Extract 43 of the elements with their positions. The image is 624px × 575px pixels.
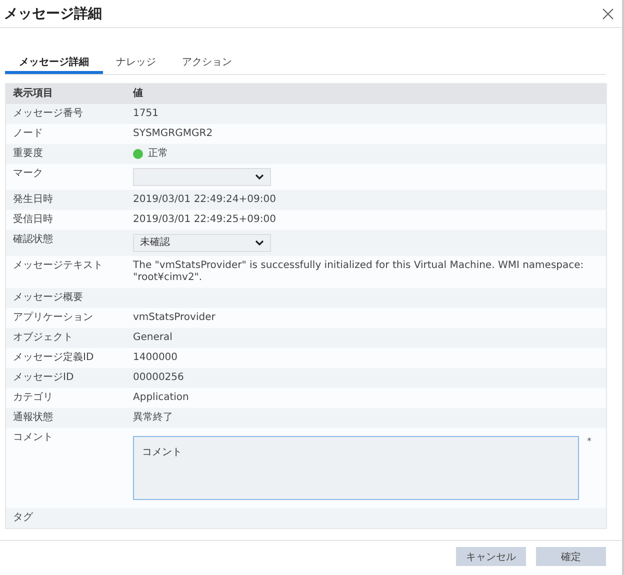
status-text: 正常 [148, 148, 168, 160]
column-header: 表示項目 [12, 86, 54, 101]
field-label: メッセージ番号 [12, 106, 84, 121]
field-label: 通報状態 [12, 410, 54, 425]
tab[interactable]: メッセージ詳細 [5, 52, 103, 74]
field-value: The "vmStatsProvider" is successfully initialized for this Virtual Machine. WMI namespace: "root¥cimv2". [133, 260, 585, 284]
field-value: Application [133, 392, 189, 404]
dialog-title: メッセージ詳細 [4, 4, 102, 22]
field-value: 1400000 [133, 352, 178, 364]
field-label: ノード [12, 127, 44, 141]
field-label: メッセージ定義ID [12, 350, 95, 365]
field-label: マーク [12, 167, 44, 181]
field-label: メッセージ概要 [12, 290, 84, 305]
close-icon[interactable] [602, 8, 614, 20]
field-value: SYSMGRGMGR2 [133, 128, 213, 140]
field-value: 異常終了 [133, 412, 173, 424]
field-label: 確認状態 [12, 232, 54, 247]
field-label: タグ [12, 511, 34, 525]
field-label: 重要度 [12, 146, 44, 161]
field-value: 1751 [133, 108, 158, 120]
required-mark: * [587, 436, 592, 448]
chevron-down-icon [255, 240, 264, 246]
chevron-down-icon [255, 174, 264, 180]
field-value: 00000256 [133, 372, 184, 384]
field-value: vmStatsProvider [133, 312, 216, 324]
column-header: 値 [133, 86, 144, 101]
field-label: メッセージテキスト [12, 259, 104, 273]
field-value: 2019/03/01 22:49:25+09:00 [133, 214, 276, 226]
field-label: メッセージID [12, 371, 75, 385]
field-label: オブジェクト [12, 330, 74, 345]
tab[interactable]: アクション [169, 52, 245, 74]
field-value: General [133, 332, 172, 344]
field-label: カテゴリ [12, 391, 54, 405]
field-label: アプリケーション [12, 310, 94, 325]
tab[interactable]: ナレッジ [103, 52, 169, 74]
field-value: 2019/03/01 22:49:24+09:00 [133, 194, 276, 206]
field-label: コメント [12, 431, 54, 445]
dropdown[interactable]: 未確認 [133, 234, 271, 252]
field-label: 発生日時 [12, 192, 54, 207]
field-label: 受信日時 [12, 212, 54, 227]
dialog-button[interactable]: キャンセル [456, 547, 526, 566]
dialog-button[interactable]: 確定 [536, 547, 606, 566]
comment-field[interactable]: コメント [133, 436, 579, 500]
